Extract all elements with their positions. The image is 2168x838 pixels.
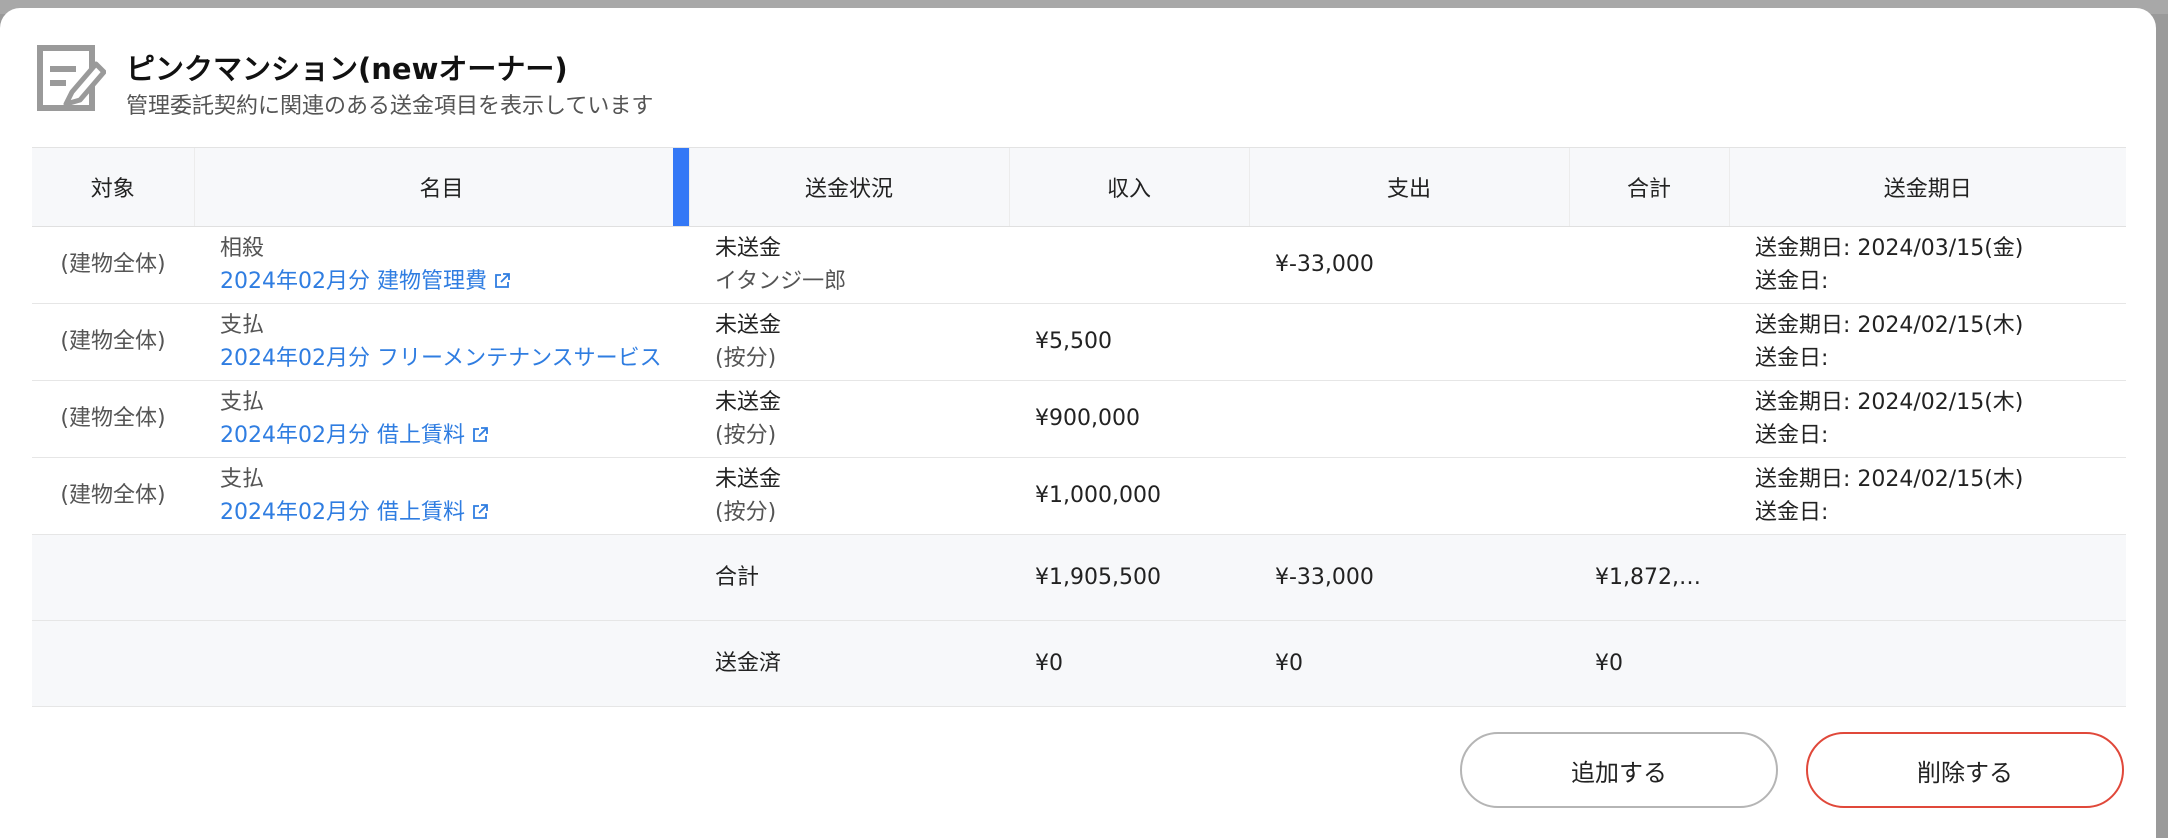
summary-income: ¥0 [1009, 620, 1249, 707]
row-status-sub: イタンジ一郎 [715, 268, 847, 294]
row-status: 未送金 イタンジ一郎 [689, 226, 1009, 304]
external-link-icon [495, 272, 510, 288]
row-item-link[interactable]: 2024年02月分 建物管理費 [220, 265, 663, 298]
column-header-expense: 支出 [1249, 148, 1570, 227]
row-income: ¥1,000,000 [1009, 457, 1249, 535]
row-target: (建物全体) [32, 380, 194, 458]
remittance-table: 対象 名目 送金状況 収入 支出 合計 送金期日 (建物全体) 相殺 2024年… [32, 147, 2126, 707]
delete-button[interactable]: 削除する [1806, 732, 2124, 808]
row-item: 支払 2024年02月分 借上賃料 [194, 380, 689, 458]
row-due: 送金期日: 2024/03/15(金) 送金日: [1729, 226, 2126, 304]
column-header-item[interactable]: 名目 [194, 148, 690, 227]
row-total [1569, 226, 1729, 304]
summary-label: 送金済 [689, 620, 1009, 707]
modal-title: ピンクマンション(newオーナー) [126, 52, 568, 86]
row-status: 未送金 (按分) [689, 457, 1009, 535]
summary-row-total: 合計 ¥1,905,500 ¥-33,000 ¥1,872,5... [32, 534, 2126, 621]
row-sent-date: 送金日: [1755, 422, 1829, 448]
row-kind: 支払 [220, 466, 265, 492]
add-button[interactable]: 追加する [1460, 732, 1778, 808]
table-row: (建物全体) 支払 2024年02月分 フリーメンテナンスサービス 未送金 (按… [32, 303, 2126, 381]
column-header-income: 収入 [1009, 148, 1250, 227]
row-item: 支払 2024年02月分 フリーメンテナンスサービス [194, 303, 689, 381]
row-item: 支払 2024年02月分 借上賃料 [194, 457, 689, 535]
row-total [1569, 303, 1729, 381]
row-sent-date: 送金日: [1755, 499, 1829, 525]
row-due: 送金期日: 2024/02/15(木) 送金日: [1729, 380, 2126, 458]
row-income [1009, 226, 1249, 304]
row-item: 相殺 2024年02月分 建物管理費 [194, 226, 689, 304]
row-expense [1249, 303, 1569, 381]
row-due: 送金期日: 2024/02/15(木) 送金日: [1729, 303, 2126, 381]
table-header-row: 対象 名目 送金状況 収入 支出 合計 送金期日 [32, 148, 2126, 227]
row-due: 送金期日: 2024/02/15(木) 送金日: [1729, 457, 2126, 535]
summary-row-sent: 送金済 ¥0 ¥0 ¥0 [32, 620, 2126, 707]
table-row: (建物全体) 支払 2024年02月分 借上賃料 未送金 (按分) ¥900,0… [32, 380, 2126, 458]
table-row: (建物全体) 支払 2024年02月分 借上賃料 未送金 (按分) ¥1,000… [32, 457, 2126, 535]
row-expense [1249, 457, 1569, 535]
edit-document-icon [37, 45, 106, 111]
row-kind: 支払 [220, 312, 265, 338]
summary-expense: ¥-33,000 [1249, 534, 1569, 621]
row-total [1569, 380, 1729, 458]
row-expense: ¥-33,000 [1249, 226, 1569, 304]
summary-income: ¥1,905,500 [1009, 534, 1249, 621]
external-link-icon [473, 426, 488, 442]
table-row: (建物全体) 相殺 2024年02月分 建物管理費 未送金 イタンジ一郎 ¥-3… [32, 226, 2126, 304]
row-status-sub: (按分) [715, 422, 777, 448]
row-total [1569, 457, 1729, 535]
row-status-label: 未送金 [715, 389, 782, 415]
column-header-item-label: 名目 [419, 176, 464, 202]
row-item-link[interactable]: 2024年02月分 借上賃料 [220, 419, 663, 452]
row-target: (建物全体) [32, 303, 194, 381]
row-expense [1249, 380, 1569, 458]
row-income: ¥900,000 [1009, 380, 1249, 458]
remittance-modal: ピンクマンション(newオーナー) 管理委託契約に関連のある送金項目を表示してい… [0, 8, 2156, 838]
row-status-sub: (按分) [715, 499, 777, 525]
row-due-date: 送金期日: 2024/02/15(木) [1755, 389, 2024, 415]
row-target: (建物全体) [32, 457, 194, 535]
row-status-label: 未送金 [715, 466, 782, 492]
row-sent-date: 送金日: [1755, 345, 1829, 371]
modal-subtitle: 管理委託契約に関連のある送金項目を表示しています [126, 94, 654, 119]
row-due-date: 送金期日: 2024/03/15(金) [1755, 235, 2024, 261]
summary-total: ¥0 [1569, 620, 1729, 707]
row-income: ¥5,500 [1009, 303, 1249, 381]
row-status: 未送金 (按分) [689, 380, 1009, 458]
summary-expense: ¥0 [1249, 620, 1569, 707]
row-sent-date: 送金日: [1755, 268, 1829, 294]
column-header-target: 対象 [32, 148, 195, 227]
row-target: (建物全体) [32, 226, 194, 304]
row-item-link[interactable]: 2024年02月分 フリーメンテナンスサービス [220, 342, 663, 375]
row-status: 未送金 (按分) [689, 303, 1009, 381]
summary-total: ¥1,872,5... [1569, 534, 1729, 621]
row-status-sub: (按分) [715, 345, 777, 371]
column-resize-handle[interactable] [672, 148, 689, 226]
external-link-icon [473, 503, 488, 519]
column-header-due: 送金期日 [1729, 148, 2126, 227]
column-header-status: 送金状況 [689, 148, 1010, 227]
row-status-label: 未送金 [715, 235, 782, 261]
column-header-total: 合計 [1569, 148, 1730, 227]
row-due-date: 送金期日: 2024/02/15(木) [1755, 312, 2024, 338]
summary-label: 合計 [689, 534, 1009, 621]
row-due-date: 送金期日: 2024/02/15(木) [1755, 466, 2024, 492]
row-kind: 支払 [220, 389, 265, 415]
row-item-link[interactable]: 2024年02月分 借上賃料 [220, 496, 663, 529]
row-status-label: 未送金 [715, 312, 782, 338]
row-kind: 相殺 [220, 235, 265, 261]
